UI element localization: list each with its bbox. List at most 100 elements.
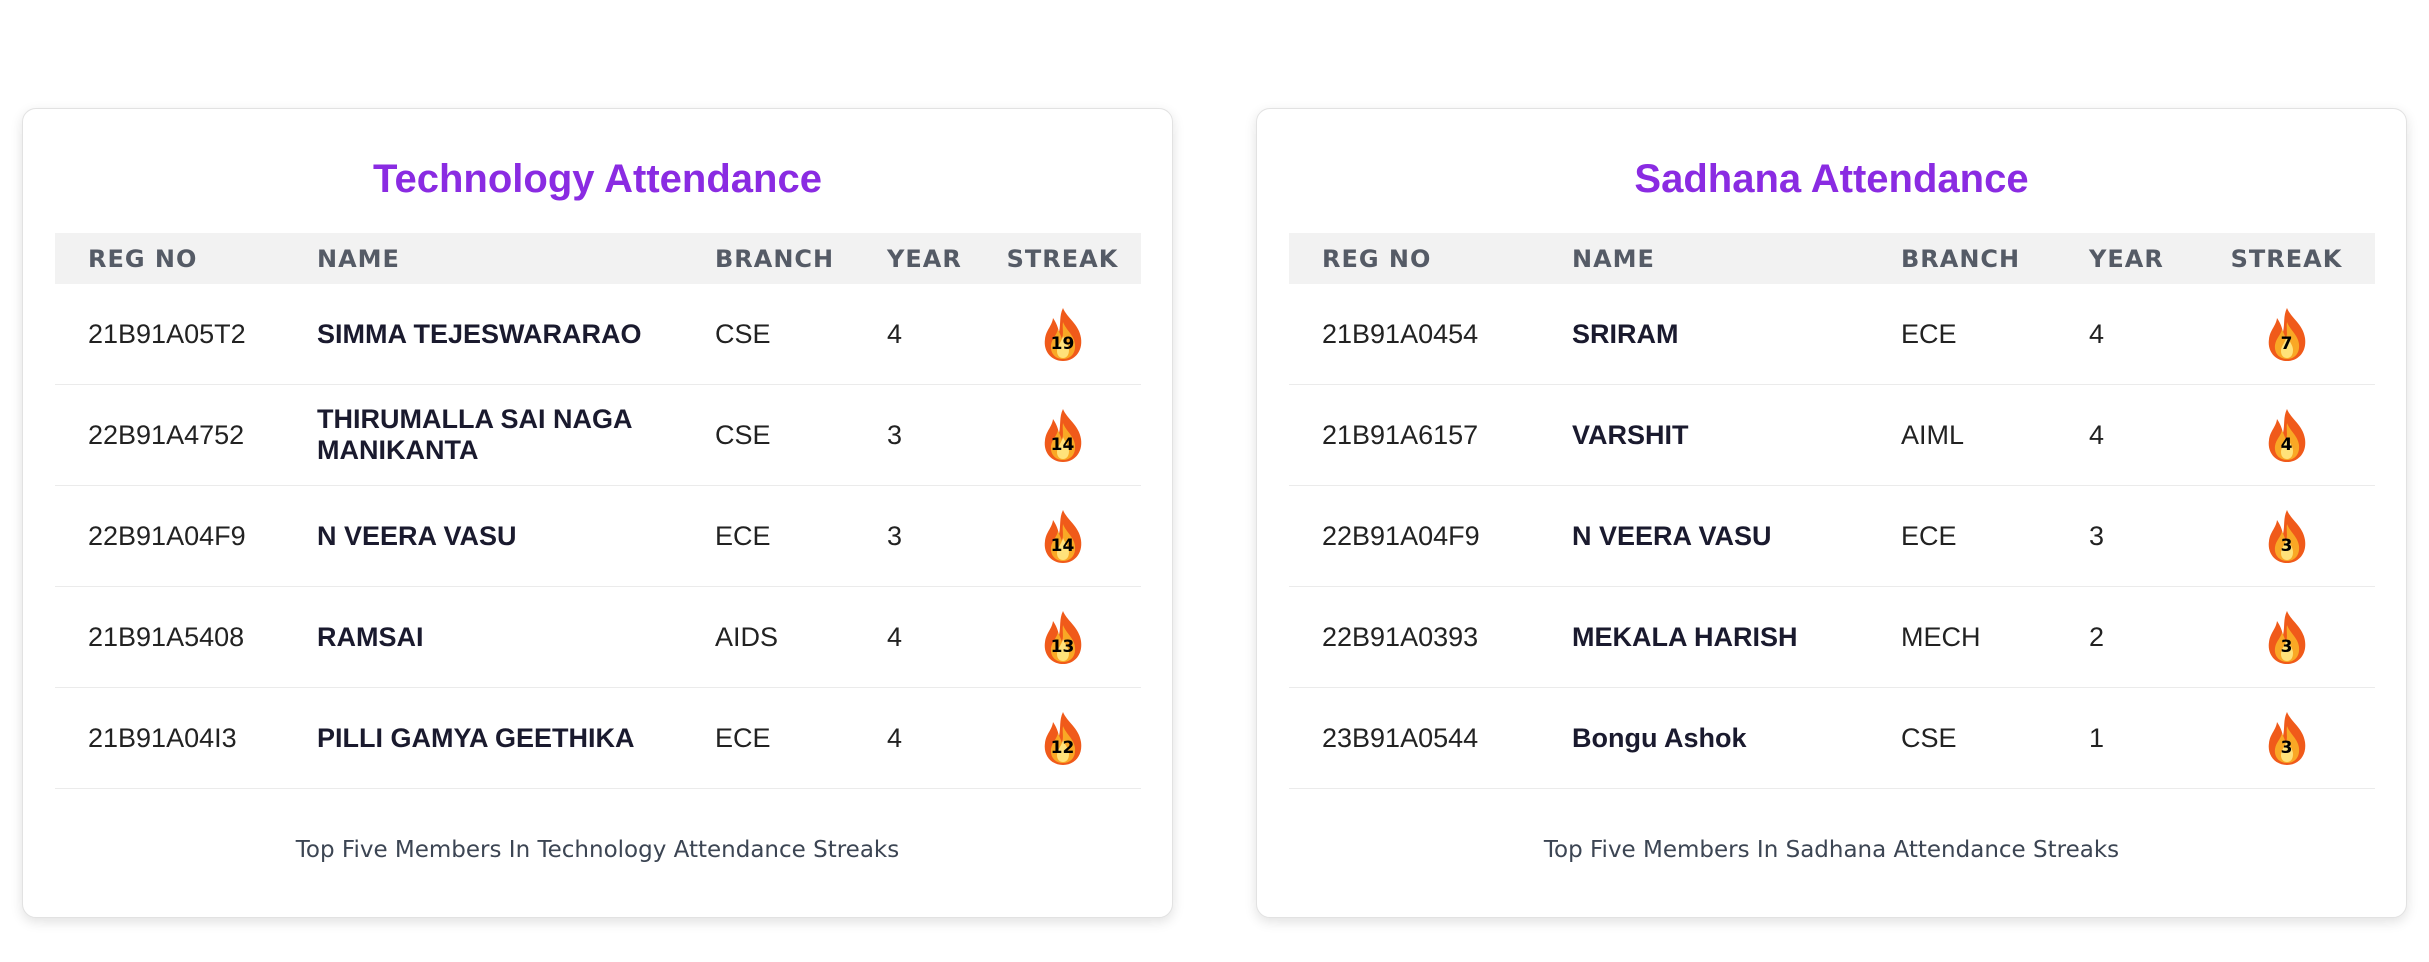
reg-no-cell: 21B91A5408 bbox=[55, 586, 284, 688]
streak-cell: 14 bbox=[984, 384, 1141, 486]
reg-no-cell: 21B91A04I3 bbox=[55, 687, 284, 789]
table-row: 21B91A6157 VARSHIT AIML 4 4 bbox=[1289, 384, 2375, 486]
header-name: NAME bbox=[317, 244, 400, 273]
header-branch: BRANCH bbox=[715, 244, 835, 273]
streak-cell: 7 bbox=[2198, 284, 2375, 385]
fire-icon: 3 bbox=[2263, 710, 2311, 766]
reg-no-cell: 21B91A6157 bbox=[1289, 384, 1539, 486]
name-cell: SIMMA TEJESWARARAO bbox=[284, 284, 682, 385]
table-row: 23B91A0544 Bongu Ashok CSE 1 3 bbox=[1289, 687, 2375, 789]
name-cell: THIRUMALLA SAI NAGA MANIKANTA bbox=[284, 384, 682, 486]
branch-cell: ECE bbox=[682, 687, 854, 789]
branch-cell: ECE bbox=[682, 485, 854, 587]
year-cell: 4 bbox=[854, 687, 984, 789]
year-cell: 4 bbox=[854, 284, 984, 385]
name-cell: N VEERA VASU bbox=[1539, 485, 1868, 587]
header-streak: STREAK bbox=[2230, 244, 2343, 273]
table-row: 22B91A04F9 N VEERA VASU ECE 3 3 bbox=[1289, 485, 2375, 587]
header-reg-no: REG NO bbox=[88, 244, 198, 273]
name-cell: PILLI GAMYA GEETHIKA bbox=[284, 687, 682, 789]
year-cell: 4 bbox=[2056, 284, 2198, 385]
branch-cell: AIDS bbox=[682, 586, 854, 688]
reg-no-cell: 22B91A04F9 bbox=[55, 485, 284, 587]
streak-cell: 12 bbox=[984, 687, 1141, 789]
header-year: YEAR bbox=[2089, 244, 2164, 273]
streak-count: 19 bbox=[1050, 334, 1075, 354]
name-cell: N VEERA VASU bbox=[284, 485, 682, 587]
streak-cell: 3 bbox=[2198, 485, 2375, 587]
card-title: Sadhana Attendance bbox=[1634, 157, 2029, 201]
branch-cell: ECE bbox=[1868, 485, 2056, 587]
streak-count: 3 bbox=[2280, 536, 2293, 556]
streak-count: 4 bbox=[2280, 435, 2293, 455]
branch-cell: CSE bbox=[682, 384, 854, 486]
table-header-row: REG NO NAME BRANCH YEAR STREAK bbox=[55, 233, 1141, 284]
table-row: 21B91A04I3 PILLI GAMYA GEETHIKA ECE 4 12 bbox=[55, 687, 1141, 789]
streak-count: 14 bbox=[1050, 536, 1075, 556]
reg-no-cell: 22B91A04F9 bbox=[1289, 485, 1539, 587]
branch-cell: MECH bbox=[1868, 586, 2056, 688]
reg-no-cell: 23B91A0544 bbox=[1289, 687, 1539, 789]
name-cell: VARSHIT bbox=[1539, 384, 1868, 486]
year-cell: 4 bbox=[2056, 384, 2198, 486]
table-caption: Top Five Members In Technology Attendanc… bbox=[295, 837, 900, 863]
sadhana-attendance-card: Sadhana Attendance REG NO NAME BRANCH YE… bbox=[1256, 108, 2407, 918]
header-name: NAME bbox=[1572, 244, 1655, 273]
streak-count: 12 bbox=[1050, 738, 1075, 758]
fire-icon: 14 bbox=[1039, 508, 1087, 564]
streak-cell: 19 bbox=[984, 284, 1141, 385]
table-row: 21B91A5408 RAMSAI AIDS 4 13 bbox=[55, 586, 1141, 688]
name-cell: SRIRAM bbox=[1539, 284, 1868, 385]
fire-icon: 3 bbox=[2263, 508, 2311, 564]
reg-no-cell: 22B91A4752 bbox=[55, 384, 284, 486]
streak-cell: 13 bbox=[984, 586, 1141, 688]
header-branch: BRANCH bbox=[1901, 244, 2021, 273]
reg-no-cell: 21B91A0454 bbox=[1289, 284, 1539, 385]
table-header-row: REG NO NAME BRANCH YEAR STREAK bbox=[1289, 233, 2375, 284]
streak-cell: 14 bbox=[984, 485, 1141, 587]
fire-icon: 7 bbox=[2263, 306, 2311, 362]
header-year: YEAR bbox=[887, 244, 962, 273]
streak-cell: 3 bbox=[2198, 687, 2375, 789]
fire-icon: 12 bbox=[1039, 710, 1087, 766]
streak-cell: 4 bbox=[2198, 384, 2375, 486]
name-cell: MEKALA HARISH bbox=[1539, 586, 1868, 688]
reg-no-cell: 22B91A0393 bbox=[1289, 586, 1539, 688]
branch-cell: ECE bbox=[1868, 284, 2056, 385]
table-caption: Top Five Members In Sadhana Attendance S… bbox=[1543, 837, 2120, 863]
fire-icon: 3 bbox=[2263, 609, 2311, 665]
year-cell: 3 bbox=[854, 384, 984, 486]
name-cell: RAMSAI bbox=[284, 586, 682, 688]
technology-attendance-card: Technology Attendance REG NO NAME BRANCH… bbox=[22, 108, 1173, 918]
table-row: 21B91A0454 SRIRAM ECE 4 7 bbox=[1289, 284, 2375, 385]
reg-no-cell: 21B91A05T2 bbox=[55, 284, 284, 385]
year-cell: 2 bbox=[2056, 586, 2198, 688]
table-row: 22B91A0393 MEKALA HARISH MECH 2 3 bbox=[1289, 586, 2375, 688]
branch-cell: CSE bbox=[682, 284, 854, 385]
streak-count: 3 bbox=[2280, 637, 2293, 657]
branch-cell: AIML bbox=[1868, 384, 2056, 486]
table-row: 22B91A4752 THIRUMALLA SAI NAGA MANIKANTA C… bbox=[55, 384, 1141, 486]
header-reg-no: REG NO bbox=[1322, 244, 1432, 273]
fire-icon: 13 bbox=[1039, 609, 1087, 665]
streak-count: 13 bbox=[1050, 637, 1075, 657]
table-row: 22B91A04F9 N VEERA VASU ECE 3 14 bbox=[55, 485, 1141, 587]
branch-cell: CSE bbox=[1868, 687, 2056, 789]
fire-icon: 14 bbox=[1039, 407, 1087, 463]
card-title: Technology Attendance bbox=[373, 157, 822, 201]
table-row: 21B91A05T2 SIMMA TEJESWARARAO CSE 4 19 bbox=[55, 284, 1141, 385]
year-cell: 1 bbox=[2056, 687, 2198, 789]
streak-count: 3 bbox=[2280, 738, 2293, 758]
header-streak: STREAK bbox=[1006, 244, 1119, 273]
fire-icon: 4 bbox=[2263, 407, 2311, 463]
year-cell: 4 bbox=[854, 586, 984, 688]
name-cell: Bongu Ashok bbox=[1539, 687, 1868, 789]
year-cell: 3 bbox=[854, 485, 984, 587]
fire-icon: 19 bbox=[1039, 306, 1087, 362]
attendance-table: REG NO NAME BRANCH YEAR STREAK 21B91A05T… bbox=[55, 233, 1141, 789]
streak-cell: 3 bbox=[2198, 586, 2375, 688]
streak-count: 7 bbox=[2280, 334, 2293, 354]
streak-count: 14 bbox=[1050, 435, 1075, 455]
attendance-table: REG NO NAME BRANCH YEAR STREAK 21B91A045… bbox=[1289, 233, 2375, 789]
year-cell: 3 bbox=[2056, 485, 2198, 587]
